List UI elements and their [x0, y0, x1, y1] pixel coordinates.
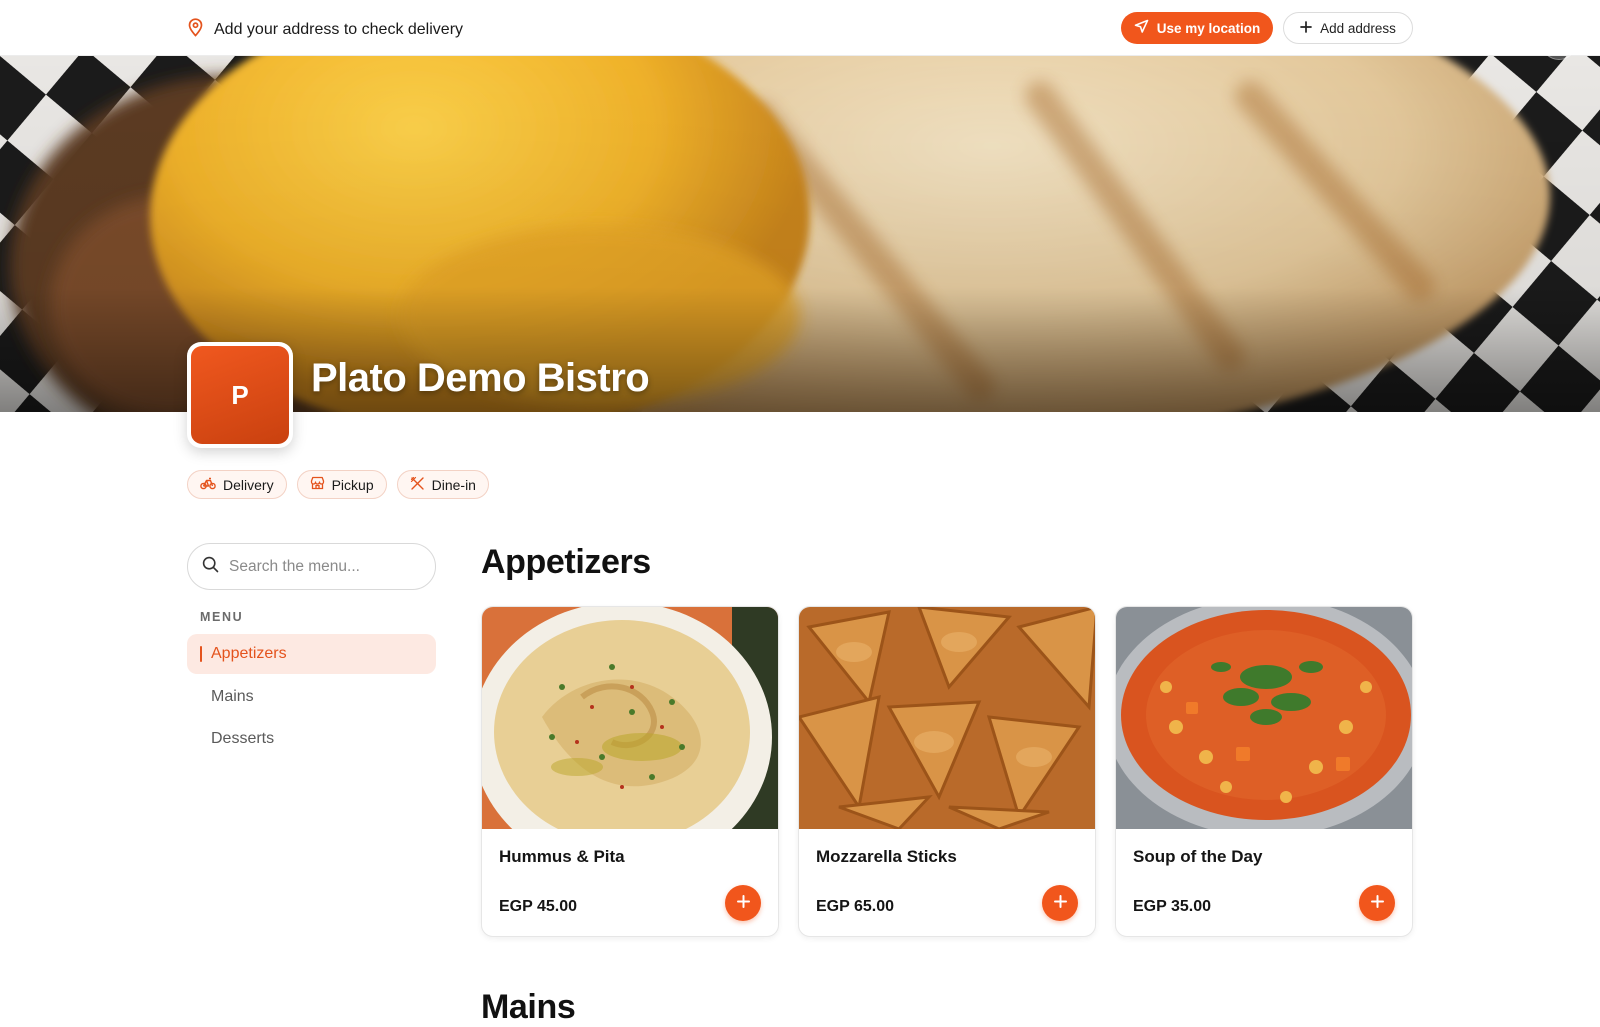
add-address-button[interactable]: Add address	[1283, 12, 1413, 44]
service-label: Delivery	[223, 476, 274, 493]
sidebar-item-appetizers[interactable]: Appetizers	[187, 634, 436, 674]
section-title-appetizers: Appetizers	[481, 543, 651, 581]
menu-item-name: Soup of the Day	[1133, 847, 1263, 866]
utensils-icon	[410, 476, 425, 494]
sidebar-item-label: Desserts	[211, 730, 275, 747]
logo-letter: P	[191, 346, 289, 444]
top-bar: Add your address to check delivery Use m…	[0, 0, 1600, 56]
plus-icon	[1300, 20, 1312, 36]
bicycle-icon	[200, 476, 216, 493]
section-title-mains: Mains	[481, 988, 576, 1026]
store-icon	[310, 476, 325, 493]
service-options: Delivery Pickup Dine-in	[187, 470, 489, 499]
soup-image	[1116, 607, 1412, 829]
use-my-location-button[interactable]: Use my location	[1121, 12, 1273, 44]
add-to-cart-button[interactable]	[725, 885, 761, 921]
add-to-cart-button[interactable]	[1359, 885, 1395, 921]
service-label: Pickup	[331, 476, 374, 493]
address-prompt[interactable]: Add your address to check delivery	[187, 18, 463, 42]
add-address-label: Add address	[1320, 20, 1396, 36]
menu-heading: MENU	[200, 610, 244, 624]
menu-search-input[interactable]	[229, 557, 419, 576]
sidebar-item-label: Mains	[211, 688, 254, 705]
menu-item-name: Hummus & Pita	[499, 847, 625, 866]
menu-item-price: EGP 35.00	[1133, 898, 1211, 915]
service-label: Dine-in	[431, 476, 476, 493]
menu-item-card[interactable]: Hummus & Pita EGP 45.00	[481, 606, 779, 937]
address-prompt-text: Add your address to check delivery	[214, 21, 464, 38]
navigation-arrow-icon	[1134, 19, 1149, 37]
sidebar-item-desserts[interactable]: Desserts	[187, 719, 436, 759]
search-icon	[202, 556, 219, 578]
pastries-image	[799, 607, 1095, 829]
map-pin-icon	[187, 18, 204, 42]
service-chip-dine-in[interactable]: Dine-in	[396, 470, 489, 499]
hummus-image	[482, 607, 778, 829]
menu-item-card[interactable]: Mozzarella Sticks EGP 65.00	[798, 606, 1096, 937]
restaurant-logo: P	[187, 342, 293, 448]
restaurant-name: Plato Demo Bistro	[311, 356, 650, 400]
add-to-cart-button[interactable]	[1042, 885, 1078, 921]
plus-icon	[736, 895, 750, 911]
service-chip-delivery[interactable]: Delivery	[187, 470, 287, 499]
sidebar-item-label: Appetizers	[211, 645, 287, 662]
menu-item-price: EGP 45.00	[499, 898, 577, 915]
plus-icon	[1370, 895, 1384, 911]
user-avatar-button[interactable]	[1541, 24, 1577, 60]
menu-item-card[interactable]: Soup of the Day EGP 35.00	[1115, 606, 1413, 937]
active-indicator	[200, 646, 202, 662]
use-my-location-label: Use my location	[1156, 20, 1261, 36]
menu-item-price: EGP 65.00	[816, 898, 894, 915]
menu-search-field[interactable]	[187, 543, 436, 590]
plus-icon	[1053, 895, 1067, 911]
sidebar-item-mains[interactable]: Mains	[187, 677, 436, 717]
service-chip-pickup[interactable]: Pickup	[296, 470, 387, 499]
menu-item-name: Mozzarella Sticks	[816, 847, 957, 866]
